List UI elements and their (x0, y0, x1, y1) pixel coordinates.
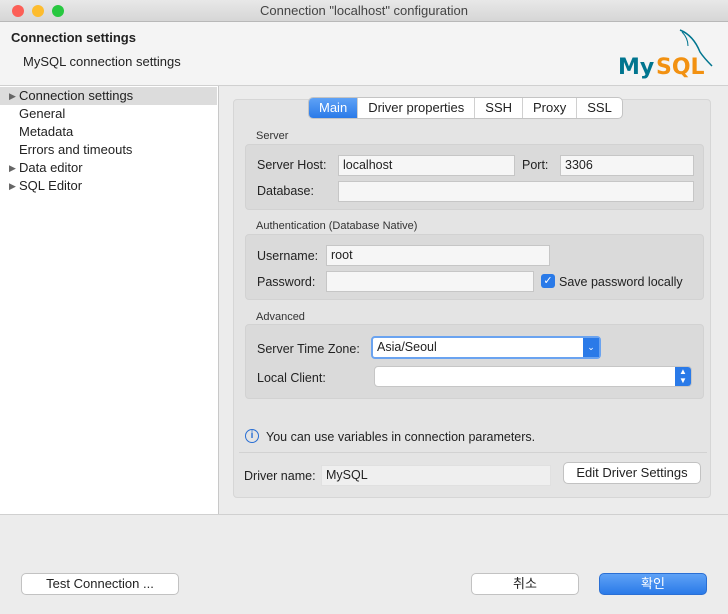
zoom-window-button[interactable] (52, 5, 64, 17)
timezone-value: Asia/Seoul (377, 340, 437, 354)
save-password-label[interactable]: Save password locally (559, 275, 683, 289)
expand-triangle-icon[interactable]: ▶ (9, 177, 16, 195)
divider (239, 452, 707, 453)
sidebar-item-metadata[interactable]: Metadata (0, 123, 217, 141)
sidebar-item-label: Metadata (19, 124, 74, 139)
username-label: Username: (257, 249, 319, 263)
driver-name-field: MySQL (321, 465, 551, 486)
server-host-input[interactable]: localhost (338, 155, 515, 176)
database-input[interactable] (338, 181, 694, 202)
page-subtitle: MySQL connection settings (23, 54, 181, 69)
advanced-group-label: Advanced (256, 311, 305, 323)
sidebar-item-connection-settings[interactable]: ▶ Connection settings (0, 87, 217, 105)
sidebar-item-label: Connection settings (19, 88, 134, 103)
timezone-select[interactable]: Asia/Seoul ⌄ (371, 336, 601, 359)
footer-divider (0, 514, 728, 515)
port-label: Port: (522, 158, 549, 172)
page-title: Connection settings (11, 30, 136, 45)
sidebar-item-label: General (19, 106, 66, 121)
variables-info-text: You can use variables in connection para… (266, 430, 536, 444)
port-input[interactable]: 3306 (560, 155, 694, 176)
expand-triangle-icon[interactable]: ▶ (9, 87, 16, 105)
edit-driver-settings-button[interactable]: Edit Driver Settings (563, 462, 701, 484)
tab-ssl[interactable]: SSL (577, 98, 622, 118)
username-input[interactable]: root (326, 245, 550, 266)
up-down-chevron-icon: ▲ ▼ (675, 367, 691, 386)
local-client-label: Local Client: (257, 371, 326, 385)
database-label: Database: (257, 184, 314, 198)
page-header: Connection settings MySQL connection set… (0, 22, 728, 86)
cancel-button[interactable]: 취소 (471, 573, 579, 595)
mysql-logo: My SQL (618, 26, 718, 82)
expand-triangle-icon[interactable]: ▶ (9, 159, 16, 177)
settings-tree: ▶ Connection settings General Metadata Er… (0, 86, 219, 514)
auth-group-label: Authentication (Database Native) (256, 220, 418, 232)
server-host-label: Server Host: (257, 158, 327, 172)
info-icon: i (245, 429, 259, 443)
local-client-select[interactable]: ▲ ▼ (374, 366, 692, 387)
tab-proxy[interactable]: Proxy (523, 98, 578, 118)
close-window-button[interactable] (12, 5, 24, 17)
server-group-label: Server (256, 130, 289, 142)
svg-text:My: My (618, 55, 654, 80)
tab-ssh[interactable]: SSH (475, 98, 524, 118)
minimize-window-button[interactable] (32, 5, 44, 17)
tab-driver-properties[interactable]: Driver properties (358, 98, 476, 118)
tab-main[interactable]: Main (309, 98, 359, 118)
title-bar: Connection "localhost" configuration (0, 0, 728, 22)
password-input[interactable] (326, 271, 534, 292)
password-label: Password: (257, 275, 316, 289)
sidebar-item-data-editor[interactable]: ▶ Data editor (0, 159, 217, 177)
sidebar-item-label: Errors and timeouts (19, 142, 133, 157)
svg-text:SQL: SQL (656, 55, 705, 80)
save-password-checkbox[interactable]: ✓ (541, 274, 555, 288)
sidebar-item-errors-timeouts[interactable]: Errors and timeouts (0, 141, 217, 159)
chevron-down-icon: ⌄ (583, 338, 599, 357)
timezone-label: Server Time Zone: (257, 342, 360, 356)
driver-name-label: Driver name: (244, 469, 316, 483)
sidebar-item-label: SQL Editor (19, 178, 83, 193)
sidebar-item-general[interactable]: General (0, 105, 217, 123)
ok-button[interactable]: 확인 (599, 573, 707, 595)
sidebar-item-label: Data editor (19, 160, 83, 175)
window-title: Connection "localhost" configuration (260, 3, 468, 18)
sidebar-item-sql-editor[interactable]: ▶ SQL Editor (0, 177, 217, 195)
test-connection-button[interactable]: Test Connection ... (21, 573, 179, 595)
tab-bar: Main Driver properties SSH Proxy SSL (308, 97, 623, 119)
